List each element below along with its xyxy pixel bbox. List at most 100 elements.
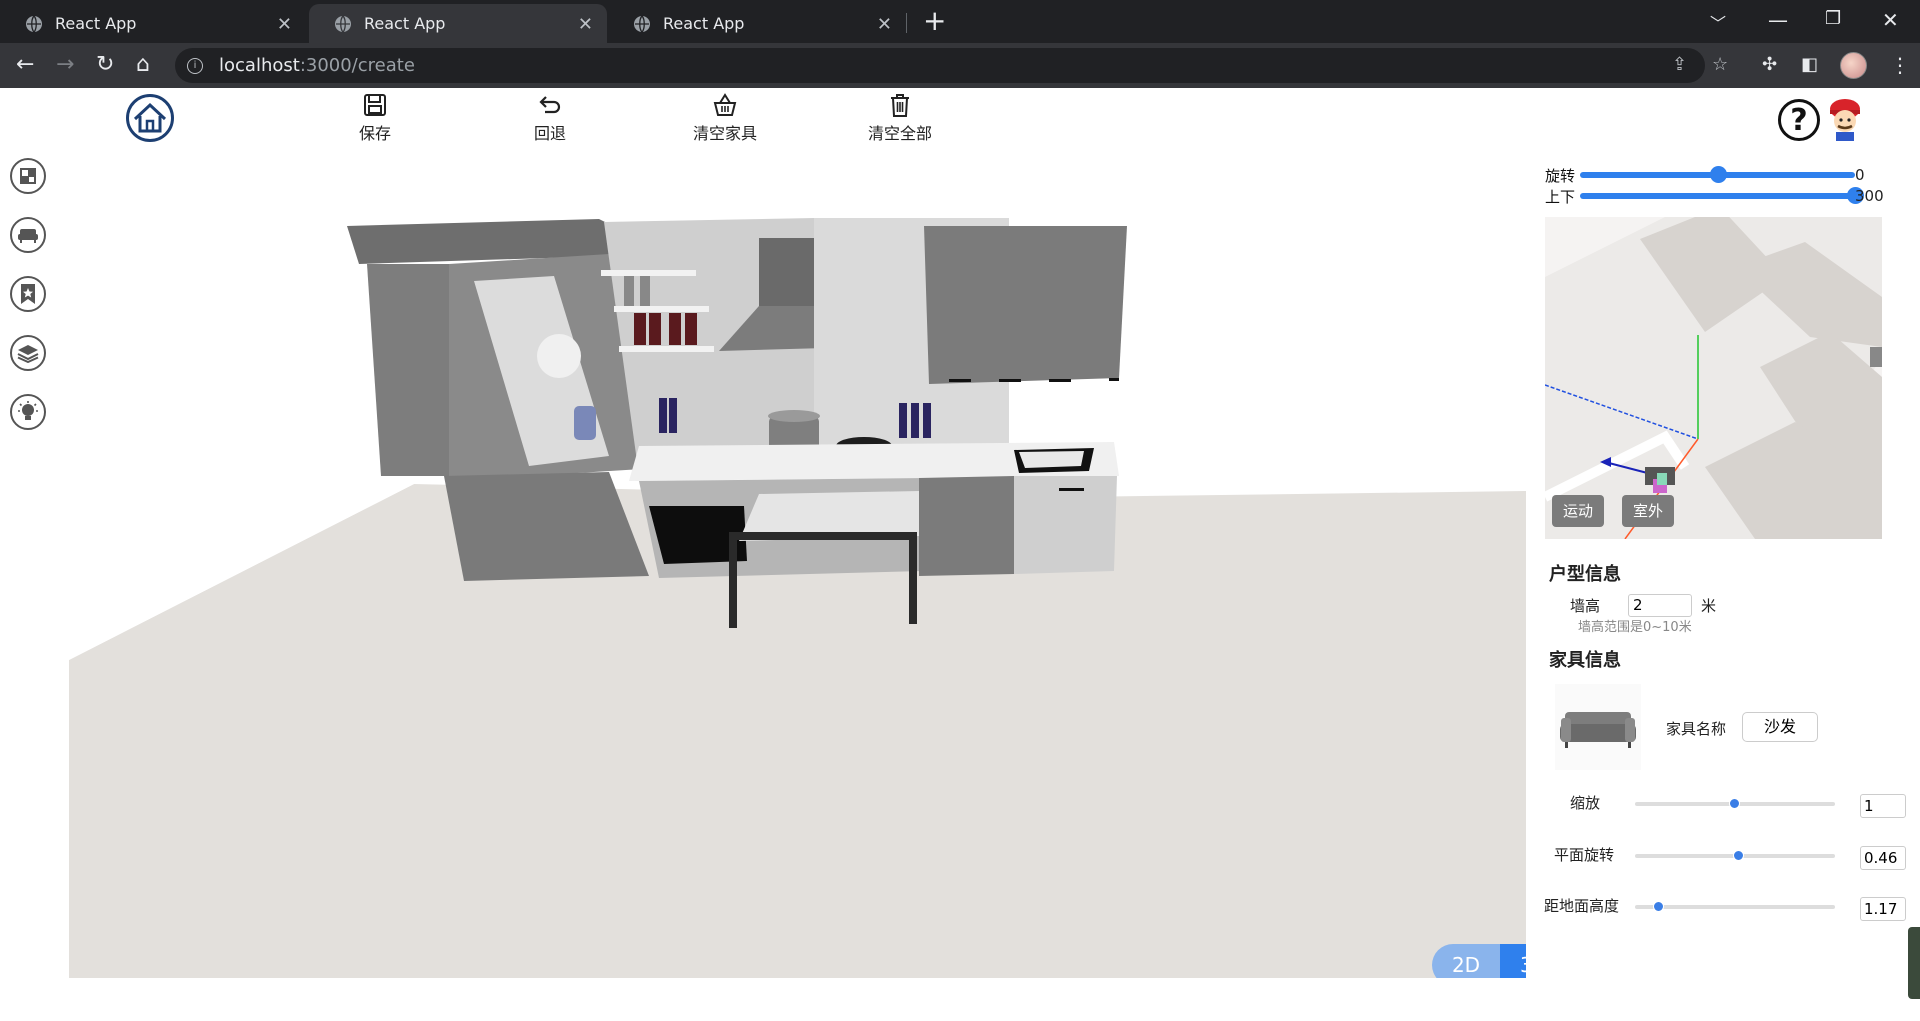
rotate-slider-thumb[interactable] [1709,166,1727,183]
fridge-left [367,264,449,476]
shelf-item [624,276,634,306]
lightbulb-icon[interactable] [10,394,46,430]
floorplan-icon[interactable] [10,158,46,194]
clear-furniture-button[interactable]: 清空家具 [675,92,775,144]
globe-icon [335,15,351,32]
view-3d-button[interactable]: 3D [1500,944,1526,978]
minimize-icon[interactable]: — [1768,8,1788,32]
rotation-input[interactable]: 0.46 [1860,846,1906,870]
wine-bottle [669,313,681,345]
undo-icon [539,96,561,114]
profile-avatar[interactable] [1840,52,1867,79]
browser-tab[interactable]: React App ✕ [0,4,306,43]
updown-value: 300 [1855,187,1884,205]
close-tab-icon[interactable]: ✕ [877,14,892,35]
url-host: localhost [219,55,300,76]
house-info-title: 户型信息 [1549,564,1621,585]
motion-button[interactable]: 运动 [1552,495,1604,527]
updown-label: 上下 [1545,187,1576,206]
3d-viewport[interactable]: 2D 3D [69,146,1526,978]
basket-icon [713,93,737,116]
minimap-3d-view[interactable] [1545,217,1882,539]
range-hood-chimney [759,238,819,306]
rotation-slider-thumb[interactable] [1733,850,1744,861]
address-bar[interactable]: i localhost:3000/create [175,48,1705,83]
upper-cabinet [924,226,1127,384]
restore-icon[interactable]: ❐ [1825,8,1841,29]
furniture-info-title: 家具信息 [1549,650,1621,671]
back-icon[interactable]: ← [16,52,34,77]
scale-slider[interactable] [1635,798,1835,809]
wine-bottle [685,313,697,345]
wine-bottle [649,313,661,345]
layers-icon[interactable] [10,335,46,371]
scale-slider-thumb[interactable] [1729,798,1740,809]
undo-button[interactable]: 回退 [500,92,600,144]
side-panel-icon[interactable]: ◧ [1801,54,1818,75]
house-logo-icon [133,102,167,133]
close-tab-icon[interactable]: ✕ [277,14,292,35]
shelf [619,346,714,352]
browser-tab-bar: React App ✕ React App ✕ React App ✕ + ﹀ … [0,0,1920,43]
rotation-slider[interactable] [1635,850,1835,861]
height-slider[interactable] [1635,901,1835,912]
extensions-icon[interactable]: ✣ [1762,54,1777,75]
drawer-cabinet [919,476,1014,576]
rotate-value: 0 [1855,166,1865,184]
view-mode-toggle: 2D 3D [1432,944,1526,978]
clear-all-label: 清空全部 [867,124,932,143]
view-2d-button[interactable]: 2D [1432,944,1500,978]
share-icon[interactable]: ⇪ [1672,54,1687,75]
undo-label: 回退 [533,124,566,143]
clear-all-button[interactable]: 清空全部 [850,92,950,144]
browser-tab-active[interactable]: React App ✕ [309,4,607,43]
outdoor-button[interactable]: 室外 [1622,495,1674,527]
globe-icon [26,15,42,32]
tab-title: React App [364,14,446,33]
clear-furniture-label: 清空家具 [692,124,757,143]
right-control-panel: 旋转 0 上下 300 运动 室外 户型信息 墙高 2 米 墙高范围是0~10米… [1540,88,1920,1021]
home-icon[interactable]: ⌂ [136,52,150,77]
trash-icon [891,94,909,117]
save-button[interactable]: 保存 [325,92,425,144]
updown-slider[interactable] [1580,193,1855,199]
new-tab-icon[interactable]: + [923,7,946,35]
wall-height-unit: 米 [1701,597,1717,615]
tab-search-chevron-icon[interactable]: ﹀ [1710,10,1726,34]
furniture-icon[interactable] [10,217,46,253]
browser-tab[interactable]: React App ✕ [608,4,906,43]
url-path: :3000/create [299,55,415,76]
wine-bottle [659,398,667,433]
lower-tall-cabinet [444,472,649,581]
save-icon [364,94,386,116]
rotate-slider-row: 旋转 [1545,166,1575,185]
minimap-scene [1545,217,1882,539]
blue-jar [574,406,596,440]
reload-icon[interactable]: ↻ [96,52,114,77]
furniture-name-field[interactable]: 沙发 [1742,712,1818,742]
left-tool-rail [10,158,46,453]
scale-label: 缩放 [1570,794,1601,812]
tab-title: React App [663,14,745,33]
height-input[interactable]: 1.17 [1860,897,1906,921]
table-leg [909,534,917,624]
side-scroll-handle[interactable] [1908,927,1920,999]
close-tab-icon[interactable]: ✕ [578,14,593,35]
height-label: 距地面高度 [1544,897,1620,915]
wine-bottle [911,403,919,438]
wine-bottle [634,313,646,345]
home-logo[interactable] [126,94,174,142]
bookmark-star-icon[interactable] [10,276,46,312]
wall-height-input[interactable]: 2 [1628,594,1692,617]
menu-kebab-icon[interactable]: ⋮ [1890,53,1910,77]
tab-title: React App [55,14,137,33]
app-root: 保存 回退 清空家具 清空全部 ? 2D 旋转 0 上下 300 运动 室外 户… [0,88,1920,1021]
bookmark-star-icon[interactable]: ☆ [1712,54,1728,75]
close-window-icon[interactable]: ✕ [1882,8,1899,32]
height-slider-thumb[interactable] [1653,901,1664,912]
scale-input[interactable]: 1 [1860,794,1906,818]
sofa-thumbnail [1555,684,1641,770]
forward-icon[interactable]: → [56,52,74,77]
site-info-icon[interactable]: i [187,57,203,74]
save-label: 保存 [358,124,391,143]
